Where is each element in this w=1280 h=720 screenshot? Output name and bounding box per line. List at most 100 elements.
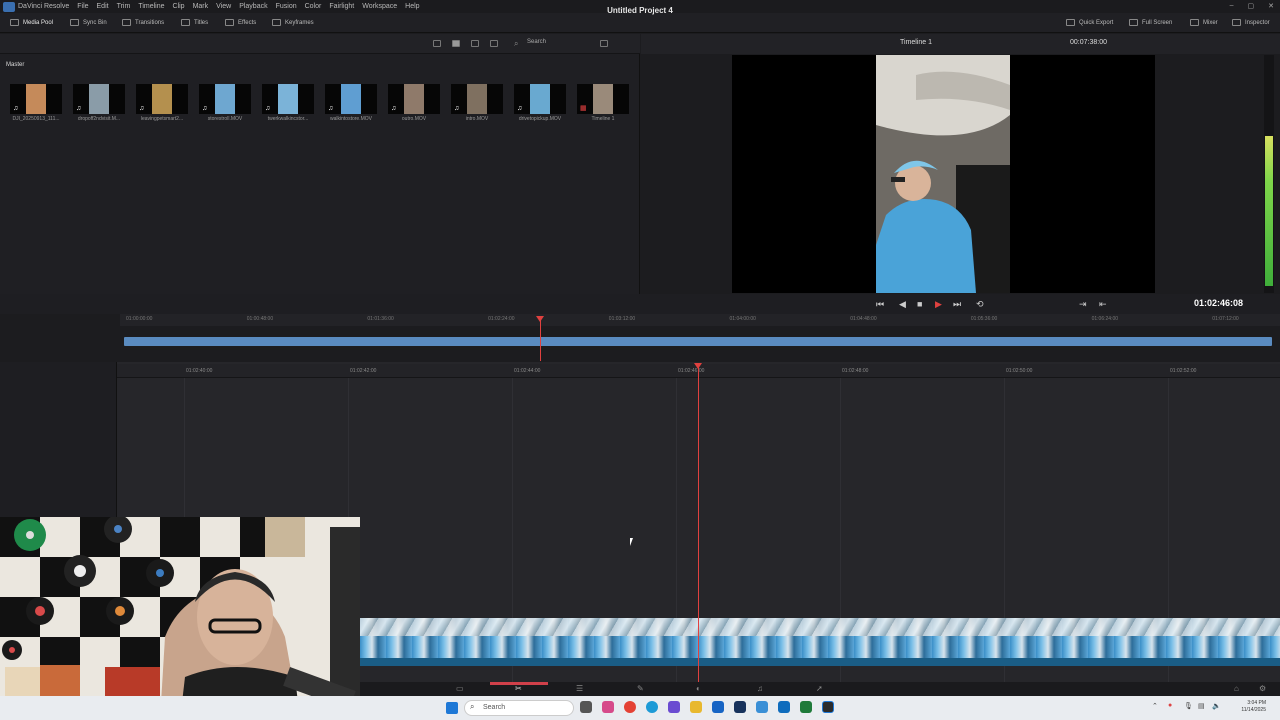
current-timecode[interactable]: 01:02:46:08: [1194, 298, 1243, 308]
edit-page-icon[interactable]: ☰: [576, 684, 583, 693]
excel-icon[interactable]: [800, 701, 812, 713]
davinci-resolve-taskbar-icon[interactable]: [822, 701, 834, 713]
mark-out-icon[interactable]: ⇤: [1099, 299, 1107, 310]
menu-trim[interactable]: Trim: [117, 3, 131, 10]
network-icon[interactable]: ▤: [1198, 702, 1205, 710]
menu-edit[interactable]: Edit: [97, 3, 109, 10]
sync-bin-button[interactable]: Sync Bin: [70, 19, 107, 26]
full-screen-button[interactable]: Full Screen: [1129, 19, 1172, 26]
overview-ruler-tick: 01:07:12:00: [1212, 316, 1239, 322]
media-page-icon[interactable]: ▭: [456, 684, 464, 693]
task-view-icon[interactable]: [580, 701, 592, 713]
media-clip[interactable]: ♫ DJI_20250913_111...: [10, 84, 62, 122]
effects-label: Effects: [238, 19, 257, 26]
stop-icon[interactable]: ■: [917, 299, 922, 309]
clip-thumbnail-image: [530, 84, 550, 114]
edge-icon[interactable]: [646, 701, 658, 713]
mixer-button[interactable]: Mixer: [1190, 19, 1218, 26]
titles-label: Titles: [194, 19, 209, 26]
media-clip[interactable]: ♫ outro.MOV: [388, 84, 440, 122]
play-icon[interactable]: ▶: [935, 299, 942, 310]
metadata-view-icon[interactable]: [490, 40, 498, 47]
keyframes-button[interactable]: Keyframes: [272, 19, 314, 26]
menu-color[interactable]: Color: [305, 3, 322, 10]
media-clip[interactable]: ♫ leavingpetsmart2...: [136, 84, 188, 122]
audio-note-icon: ♫: [13, 105, 19, 112]
menu-fusion[interactable]: Fusion: [276, 3, 297, 10]
overview-track-clip[interactable]: [124, 337, 1272, 346]
effects-button[interactable]: Effects: [225, 19, 256, 26]
video-clip-strip[interactable]: [360, 618, 1280, 666]
bin-master-label[interactable]: Master: [6, 62, 24, 68]
settings-gear-icon[interactable]: ⚙: [1259, 684, 1266, 693]
menu-help[interactable]: Help: [405, 3, 419, 10]
minimize-icon[interactable]: –: [1230, 2, 1234, 10]
media-clip[interactable]: ♫ storestroll.MOV: [199, 84, 251, 122]
media-clip[interactable]: ♫ walkintostore.MOV: [325, 84, 377, 122]
audio-note-icon: ♫: [328, 105, 334, 112]
steam-icon[interactable]: [734, 701, 746, 713]
windows-start-icon[interactable]: [446, 702, 458, 714]
jump-to-end-icon[interactable]: ⏭: [953, 299, 961, 310]
filmstrip-view-icon[interactable]: [471, 40, 479, 47]
menu-workspace[interactable]: Workspace: [362, 3, 397, 10]
timeline-ruler-tick: 01:02:50:00: [1006, 368, 1033, 374]
taskbar-clock[interactable]: 3:04 PM 11/14/2025: [1236, 700, 1266, 714]
outlook-icon[interactable]: [712, 701, 724, 713]
media-clip[interactable]: ♫ intro.MOV: [451, 84, 503, 122]
store-icon[interactable]: [778, 701, 790, 713]
webcam-overlay: SILVE: [0, 517, 360, 720]
quick-export-button[interactable]: Quick Export: [1066, 19, 1113, 26]
maximize-icon[interactable]: ▢: [1248, 2, 1255, 10]
media-clip[interactable]: ♫ drivetopickup.MOV: [514, 84, 566, 122]
overview-ruler-tick: 01:00:48:00: [246, 316, 274, 322]
deliver-page-icon[interactable]: ➚: [816, 684, 823, 693]
todo-icon[interactable]: [756, 701, 768, 713]
menu-mark[interactable]: Mark: [193, 3, 209, 10]
timeline-playhead[interactable]: [698, 366, 699, 682]
menu-fairlight[interactable]: Fairlight: [329, 3, 354, 10]
chrome-icon[interactable]: [624, 701, 636, 713]
menu-file[interactable]: File: [77, 3, 88, 10]
home-icon[interactable]: ⌂: [1234, 684, 1239, 693]
loop-icon[interactable]: ⟲: [976, 299, 984, 310]
copilot-icon[interactable]: [602, 701, 614, 713]
project-title: Untitled Project 4: [607, 6, 673, 15]
color-page-icon[interactable]: ◐: [696, 684, 701, 693]
titles-button[interactable]: Titles: [181, 19, 208, 26]
list-view-icon[interactable]: [433, 40, 441, 47]
fusion-page-icon[interactable]: ✎: [637, 684, 644, 693]
tray-chevron-icon[interactable]: ⌃: [1152, 702, 1158, 710]
thumbnail-view-icon[interactable]: [452, 40, 460, 47]
media-pool-button[interactable]: Media Pool: [10, 19, 53, 26]
menu-app[interactable]: DaVinci Resolve: [18, 3, 69, 10]
transitions-label: Transitions: [135, 19, 165, 26]
tray-app-icon[interactable]: ●: [1168, 702, 1172, 709]
menu-timeline[interactable]: Timeline: [138, 3, 164, 10]
clip-name: twerkwalkincstor...: [267, 116, 309, 122]
transitions-button[interactable]: Transitions: [122, 19, 164, 26]
close-icon[interactable]: ✕: [1268, 2, 1274, 10]
inspector-button[interactable]: Inspector: [1232, 19, 1270, 26]
media-clip[interactable]: ♫ twerkwalkincstor...: [262, 84, 314, 122]
mark-in-icon[interactable]: ⇥: [1079, 299, 1087, 310]
menu-playback[interactable]: Playback: [239, 3, 267, 10]
microphone-icon[interactable]: 🎙: [1184, 702, 1193, 710]
play-reverse-icon[interactable]: ◀: [899, 299, 906, 310]
sort-icon[interactable]: [600, 40, 608, 47]
cut-page-icon[interactable]: ✂: [515, 684, 522, 693]
media-clip[interactable]: ♫ dropoff2ndvisit.M...: [73, 84, 125, 122]
clip-name: intro.MOV: [465, 116, 489, 122]
taskbar-search-input[interactable]: Search: [464, 700, 574, 716]
jump-to-start-icon[interactable]: ⏮: [876, 299, 884, 310]
media-search-input[interactable]: Search: [527, 39, 587, 49]
viewer-timeline-name[interactable]: Timeline 1: [900, 39, 932, 46]
fairlight-page-icon[interactable]: ♫: [757, 684, 763, 693]
teams-icon[interactable]: [668, 701, 680, 713]
media-clip[interactable]: ▦ Timeline 1: [577, 84, 629, 122]
menu-view[interactable]: View: [216, 3, 231, 10]
overview-playhead[interactable]: [540, 317, 541, 361]
menu-clip[interactable]: Clip: [173, 3, 185, 10]
file-explorer-icon[interactable]: [690, 701, 702, 713]
volume-icon[interactable]: 🔈: [1212, 702, 1221, 710]
